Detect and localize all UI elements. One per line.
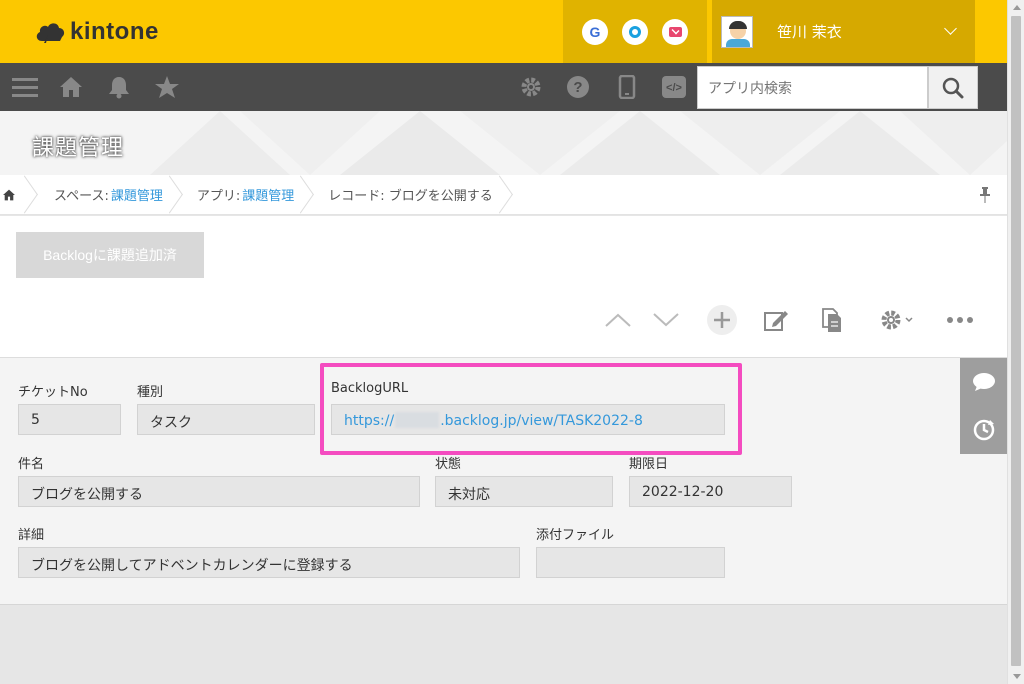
detail-label: 詳細 <box>18 528 45 543</box>
gear-icon <box>881 310 901 330</box>
add-record-button[interactable] <box>706 304 738 336</box>
breadcrumb-record: レコード: ブログを公開する <box>318 175 517 215</box>
record-action-area: Backlogに課題追加済 <box>0 216 1007 358</box>
breadcrumb-space-label: スペース: <box>54 189 109 204</box>
home-icon[interactable] <box>58 75 84 99</box>
chevron-down-icon <box>905 317 913 323</box>
duplicate-record-button[interactable] <box>816 304 848 336</box>
subject-value: ブログを公開する <box>18 476 420 507</box>
history-icon <box>973 419 994 441</box>
chevron-down-icon <box>944 22 957 35</box>
comment-icon <box>972 373 995 391</box>
edit-icon <box>764 311 788 331</box>
cloud-logo-icon <box>36 23 65 43</box>
backlog-url-link[interactable]: https:// .backlog.jp/view/TASK2022-8 <box>344 412 643 429</box>
backlog-added-button[interactable]: Backlogに課題追加済 <box>16 232 204 278</box>
breadcrumb-app: アプリ: 課題管理 <box>187 175 318 215</box>
g-service-icon[interactable]: G <box>582 18 608 45</box>
backlog-url-prefix: https:// <box>344 413 395 429</box>
scroll-up-icon[interactable] <box>1013 5 1021 10</box>
code-icon[interactable]: </> <box>661 75 687 99</box>
status-value: 未対応 <box>435 476 613 507</box>
home-icon <box>3 189 15 200</box>
garoon-icon[interactable] <box>622 18 648 45</box>
search-button[interactable] <box>928 66 978 109</box>
scroll-down-icon[interactable] <box>1013 674 1021 679</box>
gear-icon[interactable] <box>518 75 544 99</box>
attachment-value <box>536 547 725 578</box>
plus-icon <box>707 305 737 335</box>
title-band-pattern <box>150 111 1007 175</box>
user-name: 笹川 茉衣 <box>777 23 842 41</box>
garoon-ring-icon <box>629 25 641 38</box>
breadcrumb-space-link[interactable]: 課題管理 <box>111 185 163 204</box>
search-input[interactable] <box>697 66 928 109</box>
pin-icon[interactable] <box>980 187 990 203</box>
attachment-label: 添付ファイル <box>536 528 615 543</box>
side-panel <box>960 358 1007 454</box>
history-button[interactable] <box>960 406 1007 454</box>
detail-value: ブログを公開してアドベントカレンダーに登録する <box>18 547 520 578</box>
record-settings-button[interactable] <box>870 304 922 336</box>
user-menu[interactable]: 笹川 茉衣 <box>712 0 975 63</box>
chevron-down-icon <box>653 313 679 327</box>
menu-icon[interactable] <box>12 75 38 99</box>
more-dots-icon <box>947 317 973 323</box>
breadcrumb-record-label: レコード: ブログを公開する <box>328 189 493 204</box>
mail-icon[interactable] <box>662 18 688 45</box>
breadcrumb: スペース: 課題管理 アプリ: 課題管理 レコード: ブログを公開する <box>0 175 1007 215</box>
search-icon <box>942 77 964 98</box>
avatar <box>721 15 753 48</box>
next-record-button[interactable] <box>650 304 682 336</box>
service-shortcuts: G <box>563 0 707 63</box>
scroll-thumb[interactable] <box>1011 16 1021 666</box>
svg-text:</>: </> <box>666 82 682 94</box>
record-detail: チケットNo 5 種別 タスク BacklogURL https:// .back… <box>0 358 1007 605</box>
due-date-label: 期限日 <box>629 457 669 472</box>
brand-name: kintone <box>70 18 159 45</box>
bell-icon[interactable] <box>106 75 132 99</box>
status-label: 状態 <box>435 457 462 472</box>
ticket-no-value: 5 <box>18 404 121 435</box>
redacted-mask <box>395 412 440 428</box>
more-options-button[interactable] <box>944 304 976 336</box>
mobile-icon[interactable] <box>614 75 640 99</box>
svg-text:?: ? <box>573 79 582 96</box>
kintone-logo[interactable]: kintone <box>34 18 159 46</box>
page-title: 課題管理 <box>32 136 125 161</box>
breadcrumb-space: スペース: 課題管理 <box>42 175 187 215</box>
backlog-url-label: BacklogURL <box>331 381 409 396</box>
help-icon[interactable]: ? <box>565 75 591 99</box>
breadcrumb-app-link[interactable]: 課題管理 <box>242 185 294 204</box>
backlog-url-suffix: .backlog.jp/view/TASK2022-8 <box>440 413 643 429</box>
type-value: タスク <box>137 404 315 435</box>
breadcrumb-app-label: アプリ: <box>196 189 241 204</box>
vertical-scrollbar[interactable] <box>1007 0 1024 684</box>
backlog-url-value: https:// .backlog.jp/view/TASK2022-8 <box>331 404 725 435</box>
ticket-no-label: チケットNo <box>18 385 88 400</box>
edit-record-button[interactable] <box>760 304 792 336</box>
top-header: kintone G 笹川 茉衣 <box>0 0 1007 63</box>
star-icon[interactable] <box>154 75 180 99</box>
comments-button[interactable] <box>960 358 1007 406</box>
breadcrumb-home[interactable] <box>0 175 42 215</box>
app-title-band: 課題管理 <box>0 111 1007 175</box>
chevron-up-icon <box>605 313 631 327</box>
mail-envelope-icon <box>668 26 682 37</box>
due-date-value: 2022-12-20 <box>629 476 792 507</box>
copy-icon <box>822 308 841 332</box>
previous-record-button[interactable] <box>602 304 634 336</box>
type-label: 種別 <box>137 385 164 400</box>
subject-label: 件名 <box>18 457 45 472</box>
